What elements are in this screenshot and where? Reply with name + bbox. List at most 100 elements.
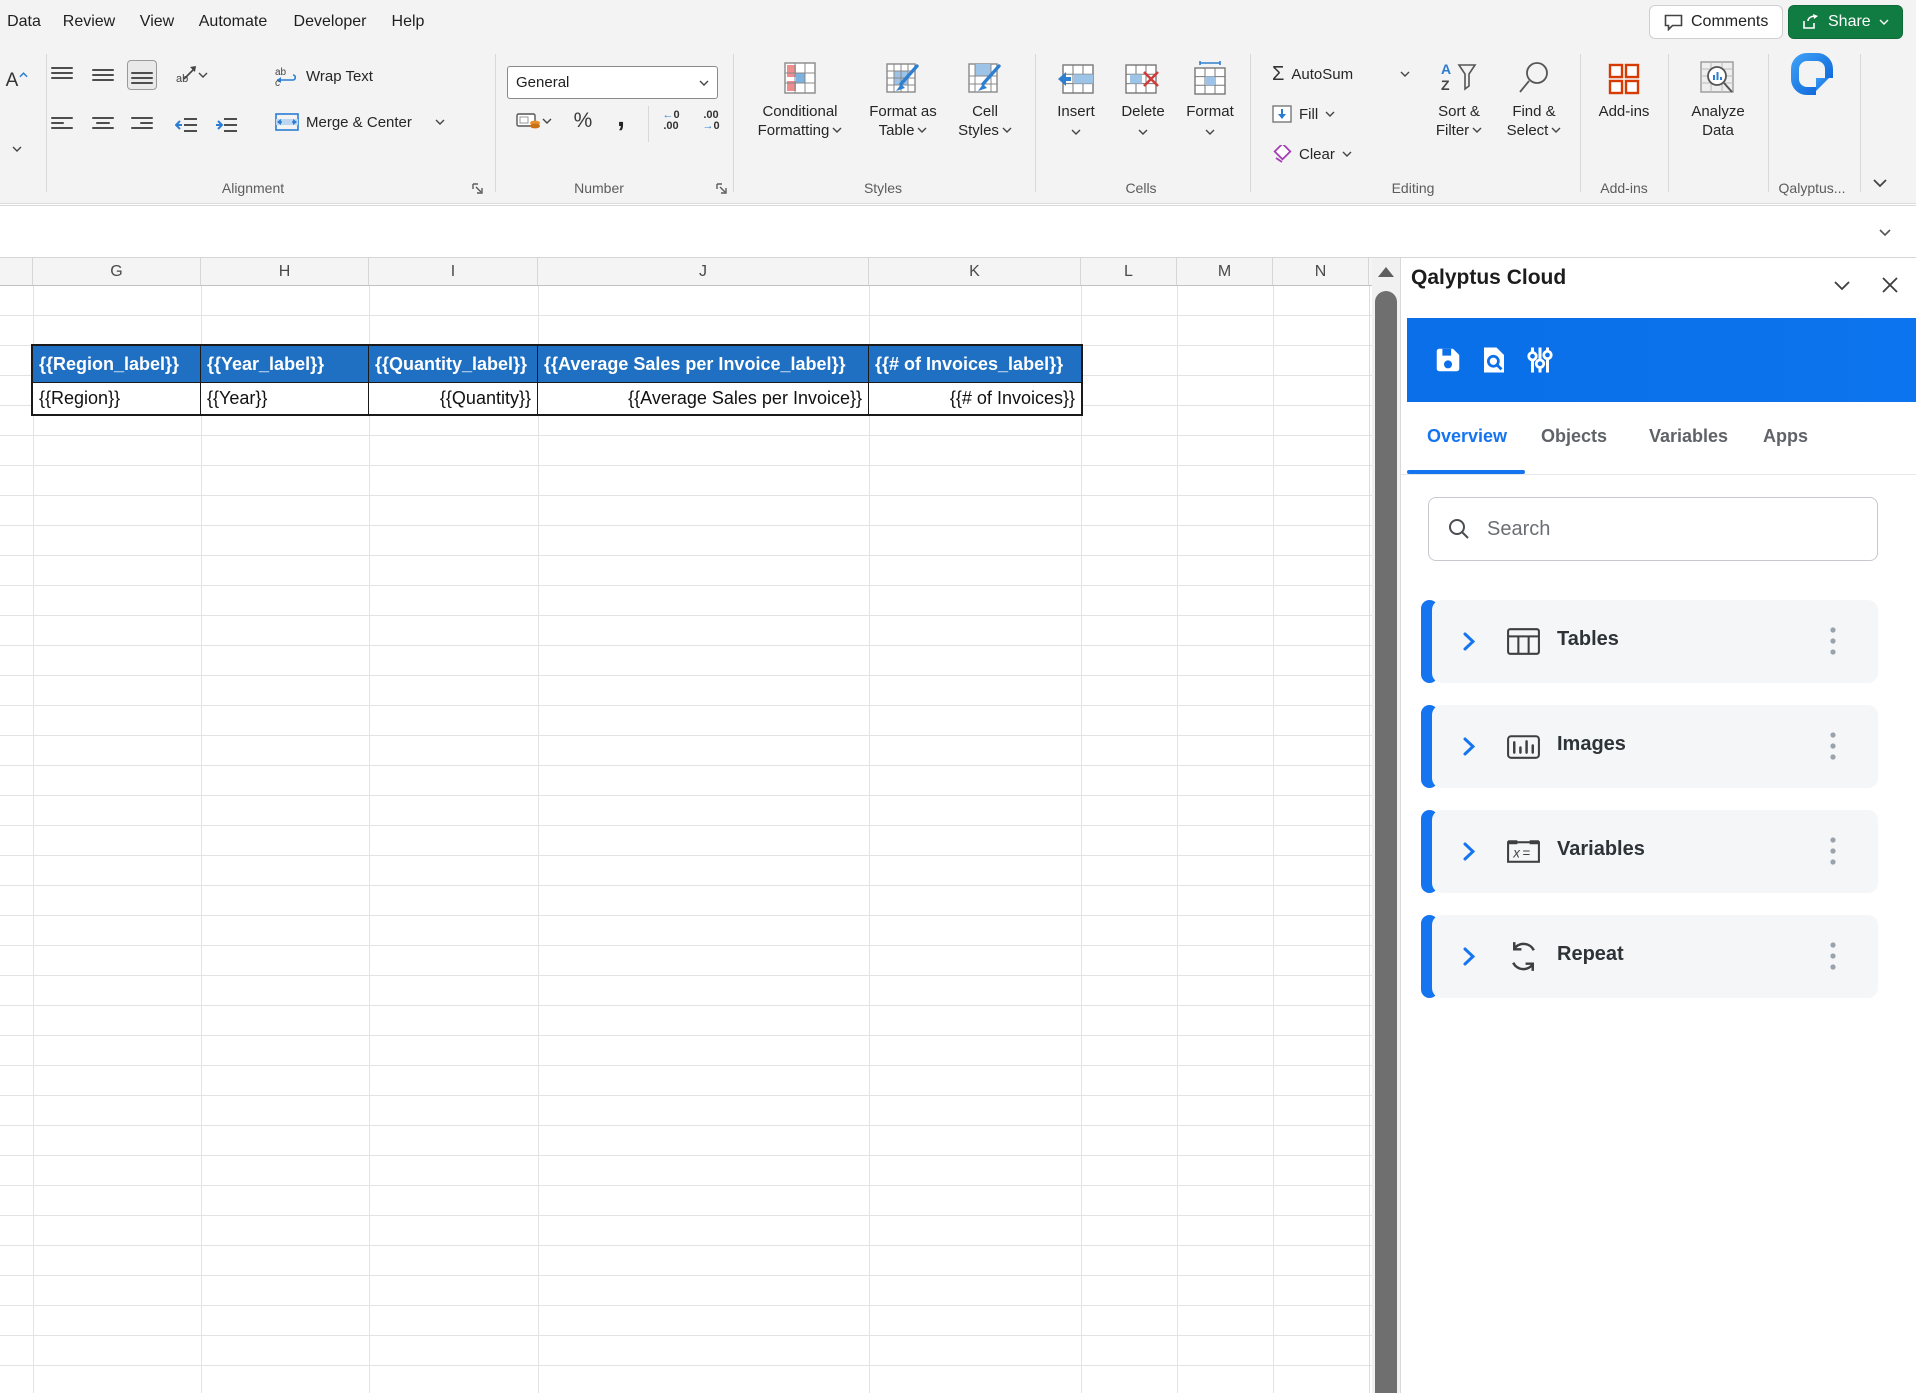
cell-region[interactable]: {{Region}} [33,382,201,414]
expand-chevron-icon[interactable] [1463,947,1475,966]
cell-quantity-label[interactable]: {{Quantity_label}} [369,346,538,382]
format-label: Format [1186,103,1234,120]
search-box[interactable] [1428,497,1878,561]
font-more-chevron[interactable] [2,134,32,164]
align-center-button[interactable] [88,110,118,140]
increase-indent-button[interactable] [212,110,242,140]
cell-avg-sales-label[interactable]: {{Average Sales per Invoice_label}} [538,346,869,382]
accounting-format-button[interactable] [508,106,560,136]
clear-button[interactable]: Clear [1272,138,1352,170]
column-header-partial[interactable] [0,258,33,285]
panel-close-icon[interactable] [1877,272,1903,298]
cell-avg-sales[interactable]: {{Average Sales per Invoice}} [538,382,869,414]
column-header-n[interactable]: N [1273,258,1369,285]
formula-bar[interactable] [0,205,1916,258]
format-cells-button[interactable]: Format [1175,56,1245,178]
align-middle-button[interactable] [88,60,118,90]
sheet-grid[interactable]: {{Region_label}} {{Year_label}} {{Quanti… [0,286,1372,1393]
column-header-i[interactable]: I [369,258,538,285]
card-tables[interactable]: Tables [1425,600,1878,683]
align-left-icon [51,115,73,135]
expand-chevron-icon[interactable] [1463,632,1475,651]
fill-button[interactable]: Fill [1272,98,1335,130]
autosum-button[interactable]: Σ AutoSum [1272,58,1410,90]
cell-styles-button[interactable]: Cell Styles [930,56,1040,178]
menu-developer[interactable]: Developer [294,0,367,44]
cell-year[interactable]: {{Year}} [201,382,369,414]
tab-apps[interactable]: Apps [1763,426,1808,447]
gridline [869,286,870,1393]
card-variables[interactable]: x = Variables [1425,810,1878,893]
card-menu-dots[interactable] [1830,624,1836,660]
delete-cells-button[interactable]: Delete [1108,56,1178,178]
comments-button[interactable]: Comments [1649,5,1783,39]
expand-chevron-icon[interactable] [1463,842,1475,861]
card-images[interactable]: Images [1425,705,1878,788]
save-icon[interactable] [1433,345,1463,375]
add-ins-button[interactable]: Add-ins [1582,56,1666,178]
cell-region-label[interactable]: {{Region_label}} [33,346,201,382]
tab-variables[interactable]: Variables [1649,426,1728,447]
column-header-h[interactable]: H [201,258,369,285]
cell-year-label[interactable]: {{Year_label}} [201,346,369,382]
search-input[interactable] [1487,518,1827,541]
increase-decimal-button[interactable]: .00→0 [696,106,726,136]
column-header-k[interactable]: K [869,258,1081,285]
font-size-grow-button[interactable]: A [2,66,32,96]
gridline [1273,286,1274,1393]
insert-cells-button[interactable]: Insert [1041,56,1111,178]
expand-chevron-icon[interactable] [1463,737,1475,756]
formula-bar-expand-chevron[interactable] [1876,223,1894,241]
menu-help[interactable]: Help [392,0,425,44]
cell-invoices-label[interactable]: {{# of Invoices_label}} [869,346,1081,382]
scrollbar-thumb[interactable] [1375,291,1397,1393]
column-header-m[interactable]: M [1177,258,1273,285]
find-select-button[interactable]: Find & Select [1495,56,1573,178]
share-button[interactable]: Share [1788,5,1903,39]
tab-objects[interactable]: Objects [1541,426,1607,447]
sort-chevron-icon [1472,127,1482,133]
card-menu-dots[interactable] [1830,939,1836,975]
number-dialog-launcher[interactable] [715,182,728,195]
align-left-button[interactable] [47,110,77,140]
menu-view[interactable]: View [140,0,174,44]
column-header-g[interactable]: G [33,258,201,285]
align-top-button[interactable] [47,60,77,90]
merge-center-button[interactable]: Merge & Center [275,106,445,138]
cell-quantity[interactable]: {{Quantity}} [369,382,538,414]
menu-review[interactable]: Review [63,0,115,44]
decrease-indent-button[interactable] [172,110,202,140]
column-header-j[interactable]: J [538,258,869,285]
decrease-decimal-button[interactable]: ←0.00 [656,106,686,136]
align-right-button[interactable] [127,110,157,140]
wrap-text-button[interactable]: ab c Wrap Text [275,60,373,92]
comma-style-button[interactable]: , [606,102,636,132]
menu-data[interactable]: Data [7,0,41,44]
card-repeat[interactable]: Repeat [1425,915,1878,998]
align-bottom-button[interactable] [127,60,157,90]
column-header-l[interactable]: L [1081,258,1177,285]
vertical-scrollbar[interactable] [1372,258,1400,1393]
cell-invoices[interactable]: {{# of Invoices}} [869,382,1081,414]
analyze-data-button[interactable]: Analyze Data [1676,56,1760,178]
card-menu-dots[interactable] [1830,729,1836,765]
card-menu-dots[interactable] [1830,834,1836,870]
ribbon-collapse-chevron[interactable] [1869,172,1893,196]
sort-filter-button[interactable]: A Z Sort & Filter [1420,56,1498,178]
qalyptus-addin-button[interactable] [1777,56,1847,178]
menu-automate[interactable]: Automate [199,0,267,44]
settings-sliders-icon[interactable] [1525,345,1555,375]
number-format-select[interactable]: General [507,66,718,99]
card-label: Tables [1557,628,1619,651]
scroll-up-arrow[interactable] [1378,267,1394,277]
panel-collapse-chevron[interactable] [1829,272,1855,298]
alignment-dialog-launcher[interactable] [471,182,484,195]
preview-search-document-icon[interactable] [1479,345,1509,375]
conditional-formatting-button[interactable]: Conditional Formatting [745,56,855,178]
card-body [1432,915,1878,998]
percent-style-button[interactable]: % [568,106,598,136]
number-format-value: General [516,74,569,91]
comments-label: Comments [1691,13,1768,31]
tab-overview[interactable]: Overview [1427,426,1507,447]
orientation-button[interactable]: ab [168,60,216,90]
